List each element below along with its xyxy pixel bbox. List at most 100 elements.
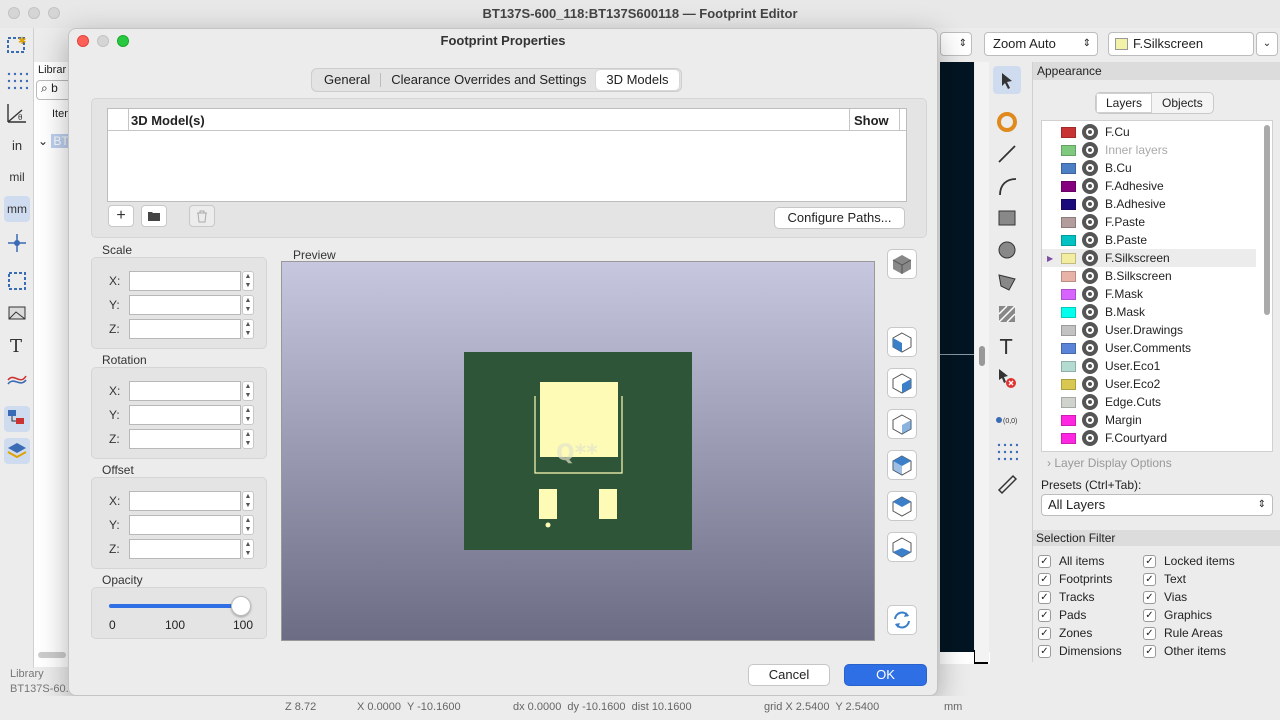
layer-display-options[interactable]: › Layer Display Options <box>1047 456 1172 470</box>
tab-3d-models[interactable]: 3D Models <box>596 70 679 90</box>
offset-z-field[interactable] <box>129 539 241 559</box>
scale-z-spinner[interactable]: ▲ ▼ <box>242 319 254 339</box>
opacity-slider-thumb[interactable] <box>231 596 251 616</box>
layer-color-swatch[interactable] <box>1061 396 1076 408</box>
grid-dots-icon[interactable] <box>4 68 30 94</box>
layer-color-swatch[interactable] <box>1061 180 1076 192</box>
visibility-eye-icon[interactable] <box>1082 214 1098 230</box>
models-table[interactable]: 3D Model(s) Show <box>107 108 907 202</box>
browse-model-button[interactable] <box>141 205 167 227</box>
tab-general[interactable]: General <box>314 70 380 90</box>
tree-icon[interactable] <box>4 406 30 432</box>
layer-color-swatch[interactable] <box>1061 144 1076 156</box>
layer-color-swatch[interactable] <box>1061 216 1076 228</box>
layers-icon[interactable] <box>4 438 30 464</box>
visibility-eye-icon[interactable] <box>1082 196 1098 212</box>
layer-row[interactable]: B.Adhesive <box>1042 195 1256 213</box>
layer-color-swatch[interactable] <box>1061 198 1076 210</box>
layer-row[interactable]: User.Eco2 <box>1042 375 1256 393</box>
visibility-eye-icon[interactable] <box>1082 358 1098 374</box>
checkbox-checked-icon[interactable]: ✓ <box>1038 590 1051 604</box>
filter-checkbox[interactable]: ✓ Zones <box>1038 626 1092 640</box>
visibility-eye-icon[interactable] <box>1082 304 1098 320</box>
view-bottom-icon[interactable] <box>887 532 917 562</box>
offset-x-spinner[interactable]: ▲ ▼ <box>242 491 254 511</box>
rotation-z-spinner[interactable]: ▲ ▼ <box>242 429 254 449</box>
layer-color-swatch[interactable] <box>1061 360 1076 372</box>
layer-color-swatch[interactable] <box>1061 306 1076 318</box>
layer-row[interactable]: B.Mask <box>1042 303 1256 321</box>
main-close-button[interactable] <box>8 7 20 19</box>
layer-row[interactable]: User.Drawings <box>1042 321 1256 339</box>
scale-y-field[interactable] <box>129 295 241 315</box>
visibility-eye-icon[interactable] <box>1082 286 1098 302</box>
checkbox-checked-icon[interactable]: ✓ <box>1143 644 1156 658</box>
layer-row[interactable]: User.Comments <box>1042 339 1256 357</box>
filter-checkbox[interactable]: ✓ Rule Areas <box>1143 626 1223 640</box>
offset-z-spinner[interactable]: ▲ ▼ <box>242 539 254 559</box>
view-right-icon[interactable] <box>887 368 917 398</box>
visibility-eye-icon[interactable] <box>1082 322 1098 338</box>
main-minimize-button[interactable] <box>28 7 40 19</box>
draw-rectangle-icon[interactable] <box>993 204 1021 232</box>
visibility-eye-icon[interactable] <box>1082 142 1098 158</box>
delete-tool-icon[interactable] <box>993 364 1021 392</box>
layer-color-swatch[interactable] <box>1061 234 1076 246</box>
tab-clearance-overrides[interactable]: Clearance Overrides and Settings <box>381 70 596 90</box>
visibility-eye-icon[interactable] <box>1082 430 1098 446</box>
add-zone-icon[interactable] <box>993 300 1021 328</box>
scale-y-spinner[interactable]: ▲ ▼ <box>242 295 254 315</box>
col-3d-models[interactable]: 3D Model(s) <box>131 113 205 128</box>
col-show[interactable]: Show <box>854 113 889 128</box>
graphics-outline-icon[interactable] <box>4 300 30 326</box>
select-arrow-icon[interactable] <box>993 66 1021 94</box>
ok-button[interactable]: OK <box>844 664 927 686</box>
add-model-button[interactable]: + <box>108 205 134 227</box>
checkbox-checked-icon[interactable]: ✓ <box>1038 626 1051 640</box>
checkbox-checked-icon[interactable]: ✓ <box>1143 572 1156 586</box>
cursor-crosshair-icon[interactable] <box>4 230 30 256</box>
grid-origin-icon[interactable] <box>993 438 1021 466</box>
tab-objects[interactable]: Objects <box>1152 93 1213 113</box>
draw-polygon-icon[interactable] <box>993 268 1021 296</box>
layer-color-swatch[interactable] <box>1061 288 1076 300</box>
units-inch-icon[interactable]: in <box>4 132 30 158</box>
rotation-x-spinner[interactable]: ▲ ▼ <box>242 381 254 401</box>
layer-row[interactable]: F.Adhesive <box>1042 177 1256 195</box>
visibility-eye-icon[interactable] <box>1082 394 1098 410</box>
filter-checkbox[interactable]: ✓ All items <box>1038 554 1104 568</box>
visibility-eye-icon[interactable] <box>1082 340 1098 356</box>
grid-select[interactable]: ⇕ <box>940 32 972 56</box>
view-back-icon[interactable] <box>887 450 917 480</box>
checkbox-checked-icon[interactable]: ✓ <box>1038 644 1051 658</box>
layer-color-swatch[interactable] <box>1061 252 1076 264</box>
rotation-y-field[interactable] <box>129 405 241 425</box>
presets-select[interactable]: All Layers ⇕ <box>1041 494 1273 516</box>
layer-color-swatch[interactable] <box>1061 342 1076 354</box>
library-tree-item[interactable]: ⌄ BT <box>38 134 71 148</box>
add-pad-icon[interactable] <box>993 108 1021 136</box>
filter-checkbox[interactable]: ✓ Dimensions <box>1038 644 1122 658</box>
rotation-y-spinner[interactable]: ▲ ▼ <box>242 405 254 425</box>
visibility-eye-icon[interactable] <box>1082 160 1098 176</box>
filter-checkbox[interactable]: ✓ Pads <box>1038 608 1086 622</box>
canvas-vscroll[interactable] <box>975 62 989 662</box>
pad-outline-icon[interactable] <box>4 268 30 294</box>
offset-y-field[interactable] <box>129 515 241 535</box>
checkbox-checked-icon[interactable]: ✓ <box>1143 608 1156 622</box>
dialog-minimize-button[interactable] <box>97 35 109 47</box>
layer-color-swatch[interactable] <box>1061 432 1076 444</box>
layer-row[interactable]: F.Mask <box>1042 285 1256 303</box>
draw-line-icon[interactable] <box>993 140 1021 168</box>
draw-circle-icon[interactable] <box>993 236 1021 264</box>
vscroll-thumb[interactable] <box>979 346 985 366</box>
layer-row[interactable]: B.Paste <box>1042 231 1256 249</box>
filter-checkbox[interactable]: ✓ Footprints <box>1038 572 1112 586</box>
reload-view-icon[interactable] <box>887 605 917 635</box>
pcb-canvas[interactable] <box>940 62 974 652</box>
filter-checkbox[interactable]: ✓ Graphics <box>1143 608 1212 622</box>
view-3d-cube-icon[interactable] <box>887 249 917 279</box>
delete-model-button[interactable] <box>189 205 215 227</box>
ratsnest-icon[interactable] <box>4 364 30 390</box>
set-origin-icon[interactable]: (0,0) <box>993 406 1021 434</box>
